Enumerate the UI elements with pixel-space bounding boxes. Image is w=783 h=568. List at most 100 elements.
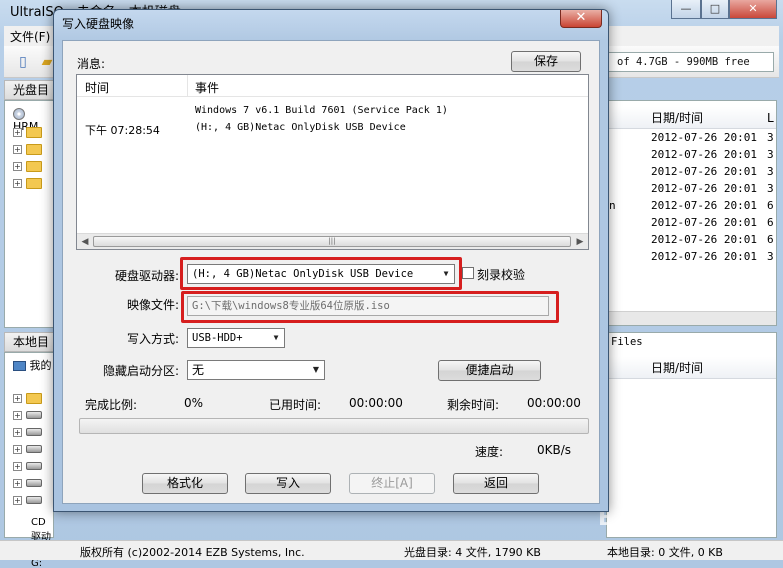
tree-folder-1[interactable]: +: [13, 125, 42, 141]
tree-folder-3[interactable]: +: [13, 159, 42, 175]
local-item[interactable]: +: [13, 425, 42, 441]
expand-icon[interactable]: +: [13, 161, 22, 171]
tree-root[interactable]: HRM: [13, 107, 53, 133]
elapsed-value: 00:00:00: [349, 396, 403, 410]
expand-icon[interactable]: +: [13, 144, 22, 154]
remaining-value: 00:00:00: [527, 396, 581, 410]
main-close-button[interactable]: ✕: [729, 0, 777, 19]
scroll-thumb[interactable]: |||: [93, 236, 571, 247]
date-column-header[interactable]: 日期/时间: [607, 107, 776, 129]
scroll-left-icon[interactable]: ◀: [78, 236, 92, 248]
drive-icon: [26, 445, 42, 453]
local-item[interactable]: +: [13, 493, 42, 509]
local-date-column-label: 日期/时间: [651, 361, 704, 375]
back-button[interactable]: 返回: [453, 473, 539, 494]
size-cell: 3: [767, 182, 774, 195]
highlight-image: [181, 291, 559, 323]
hidden-boot-label: 隐藏启动分区:: [103, 364, 180, 378]
save-button[interactable]: 保存: [511, 51, 581, 72]
dropdown-arrow-icon[interactable]: ▼: [268, 329, 284, 347]
horizontal-scrollbar[interactable]: [607, 311, 776, 325]
size-cell: 3: [767, 131, 774, 144]
date-column-label: 日期/时间: [651, 111, 704, 125]
folder-icon: [26, 126, 42, 138]
new-file-icon[interactable]: ▯: [14, 53, 32, 71]
highlight-drive: [180, 257, 462, 290]
size-cell: 6: [767, 216, 774, 229]
verify-checkbox[interactable]: [462, 267, 474, 279]
log-event: Windows 7 v6.1 Build 7601 (Service Pack …: [195, 105, 448, 116]
menu-file[interactable]: 文件(F): [10, 28, 50, 45]
date-cell: 2012-07-26 20:01: [651, 165, 757, 178]
complete-label: 完成比例:: [85, 398, 138, 412]
write-method-select[interactable]: USB-HDD+ ▼: [187, 328, 285, 348]
size-cell: 6: [767, 233, 774, 246]
folder-icon: [26, 177, 42, 189]
size-cell: 3: [767, 148, 774, 161]
date-cell: 2012-07-26 20:01: [651, 131, 757, 144]
folder-icon: [26, 392, 42, 404]
expand-icon[interactable]: +: [13, 444, 22, 454]
dialog-close-button[interactable]: ✕: [560, 10, 602, 28]
dialog-body: 消息: 保存 时间 事件 Windows 7 v6.1 Build 7601 (…: [62, 40, 600, 504]
expand-icon[interactable]: +: [13, 410, 22, 420]
size-cell: 6: [767, 199, 774, 212]
log-col-divider[interactable]: [187, 75, 188, 97]
hidden-boot-value: 无: [192, 363, 205, 377]
tree-folder-4[interactable]: +: [13, 176, 42, 192]
scroll-right-icon[interactable]: ▶: [573, 236, 587, 248]
drive-label: 硬盘驱动器:: [115, 269, 180, 283]
date-cell: 2012-07-26 20:01: [651, 148, 757, 161]
maximize-button[interactable]: □: [701, 0, 729, 19]
size-cell: 3: [767, 165, 774, 178]
abort-button[interactable]: 终止[A]: [349, 473, 435, 494]
local-item[interactable]: +: [13, 391, 42, 407]
dialog-title: 写入硬盘映像: [62, 17, 135, 31]
elapsed-label: 已用时间:: [269, 398, 322, 412]
minimize-button[interactable]: —: [671, 0, 701, 19]
messages-label: 消息:: [77, 57, 106, 71]
drive-icon: [26, 479, 42, 487]
folder-icon: [26, 143, 42, 155]
expand-icon[interactable]: +: [13, 427, 22, 437]
speed-value: 0KB/s: [537, 443, 572, 457]
expand-icon[interactable]: +: [13, 178, 22, 188]
capacity-readout: of 4.7GB - 990MB free: [608, 52, 774, 72]
log-col-event[interactable]: 事件: [195, 79, 219, 96]
log-col-time[interactable]: 时间: [85, 79, 109, 96]
baidu-watermark: Bai经验: [598, 506, 687, 531]
column-l-label: L: [767, 111, 774, 125]
local-root[interactable]: 我的: [13, 357, 52, 373]
local-item[interactable]: +: [13, 459, 42, 475]
local-item[interactable]: +: [13, 442, 42, 458]
cd-file-list: 日期/时间 L 2012-07-26 20:01 2012-07-26 20:0…: [606, 100, 777, 326]
local-date-column-header[interactable]: 日期/时间: [607, 357, 776, 379]
local-item[interactable]: +: [13, 476, 42, 492]
local-item[interactable]: +: [13, 408, 42, 424]
expand-icon[interactable]: +: [13, 461, 22, 471]
drive-icon: [26, 462, 42, 470]
write-progress-bar: [79, 418, 589, 434]
date-cell: 2012-07-26 20:01: [651, 216, 757, 229]
hidden-boot-select[interactable]: 无 ▼: [187, 360, 325, 380]
size-cell: 3: [767, 250, 774, 263]
cd-tree: HRM + + + +: [4, 100, 54, 328]
cd-drive-item[interactable]: CD 驱动器 G:: [31, 517, 53, 568]
folder-icon: [26, 160, 42, 172]
log-horizontal-scrollbar[interactable]: ◀ ||| ▶: [77, 233, 588, 249]
complete-value: 0%: [184, 396, 204, 410]
log-header: 时间 事件: [77, 75, 588, 97]
write-disk-image-dialog: 写入硬盘映像 ✕ 消息: 保存 时间 事件 Windows 7 v6.1 Bui…: [53, 9, 609, 512]
format-button[interactable]: 格式化: [142, 473, 228, 494]
expand-icon[interactable]: +: [13, 127, 22, 137]
log-time: 下午 07:28:54: [85, 124, 160, 137]
dropdown-arrow-icon[interactable]: ▼: [308, 361, 324, 379]
expand-icon[interactable]: +: [13, 478, 22, 488]
expand-icon[interactable]: +: [13, 393, 22, 403]
date-cell: 2012-07-26 20:01: [651, 233, 757, 246]
expand-icon[interactable]: +: [13, 495, 22, 505]
quick-boot-button[interactable]: 便捷启动: [438, 360, 541, 381]
write-button[interactable]: 写入: [245, 473, 331, 494]
tree-folder-2[interactable]: +: [13, 142, 42, 158]
cd-pane-label: 光盘目: [4, 80, 56, 100]
